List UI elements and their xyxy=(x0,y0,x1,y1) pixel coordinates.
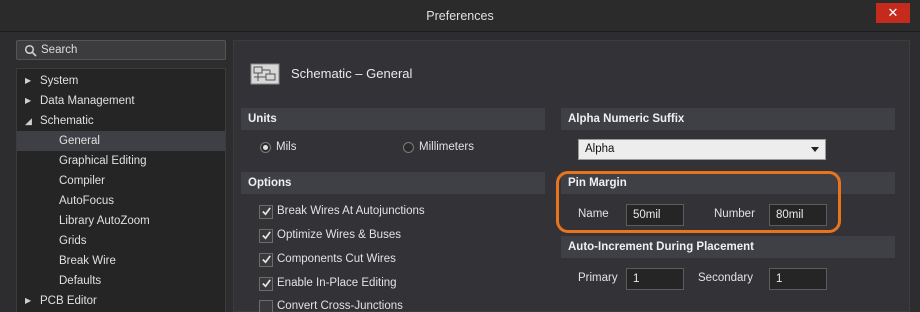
tree-item-general[interactable]: General xyxy=(17,131,225,151)
units-mils-radio[interactable] xyxy=(260,142,271,153)
tree-item-compiler[interactable]: Compiler xyxy=(17,171,225,191)
tree-item-defaults[interactable]: Defaults xyxy=(17,271,225,291)
preferences-tree: ▶ System ▶ Data Management ◢ Schematic G… xyxy=(16,68,226,312)
units-millimeters-radio[interactable] xyxy=(403,142,414,153)
sidebar: Search ▶ System ▶ Data Management ◢ Sche… xyxy=(16,40,226,312)
page-title: Schematic – General xyxy=(291,66,413,81)
components-cut-wires-label[interactable]: Components Cut Wires xyxy=(277,253,396,265)
tree-item-grids[interactable]: Grids xyxy=(17,231,225,251)
close-icon: ✕ xyxy=(887,5,899,20)
window-title: Preferences xyxy=(426,9,494,23)
options-header: Options xyxy=(241,172,545,194)
tree-item-pcb-editor[interactable]: ▶ PCB Editor xyxy=(17,291,225,311)
auto-increment-header: Auto-Increment During Placement xyxy=(561,236,895,258)
expand-arrow-icon[interactable]: ▶ xyxy=(25,291,35,311)
tree-item-system[interactable]: ▶ System xyxy=(17,71,225,91)
pin-margin-highlight xyxy=(556,171,841,233)
title-bar: Preferences ✕ xyxy=(0,0,920,32)
checkmark-icon xyxy=(262,231,271,240)
alpha-suffix-dropdown[interactable]: Alpha xyxy=(578,139,826,160)
tree-item-library-autozoom[interactable]: Library AutoZoom xyxy=(17,211,225,231)
checkmark-icon xyxy=(262,207,271,216)
search-input[interactable]: Search xyxy=(16,40,226,60)
tree-item-graphical-editing[interactable]: Graphical Editing xyxy=(17,151,225,171)
units-header: Units xyxy=(241,108,545,130)
schematic-page-icon xyxy=(250,63,280,85)
components-cut-wires-checkbox[interactable] xyxy=(259,253,273,267)
tree-item-autofocus[interactable]: AutoFocus xyxy=(17,191,225,211)
checkmark-icon xyxy=(262,255,271,264)
auto-increment-secondary-field[interactable]: 1 xyxy=(769,268,827,290)
break-wires-label[interactable]: Break Wires At Autojunctions xyxy=(277,205,425,217)
search-placeholder: Search xyxy=(41,44,78,56)
collapse-arrow-icon[interactable]: ◢ xyxy=(25,111,35,131)
optimize-wires-label[interactable]: Optimize Wires & Buses xyxy=(277,229,401,241)
units-mils-label[interactable]: Mils xyxy=(276,141,296,153)
checkmark-icon xyxy=(262,279,271,288)
alpha-suffix-header: Alpha Numeric Suffix xyxy=(561,108,895,130)
auto-increment-primary-field[interactable]: 1 xyxy=(626,268,684,290)
enable-in-place-editing-label[interactable]: Enable In-Place Editing xyxy=(277,277,397,289)
auto-increment-primary-label: Primary xyxy=(578,272,618,284)
expand-arrow-icon[interactable]: ▶ xyxy=(25,71,35,91)
search-icon xyxy=(24,44,37,57)
tree-item-break-wire[interactable]: Break Wire xyxy=(17,251,225,271)
break-wires-checkbox[interactable] xyxy=(259,205,273,219)
chevron-down-icon xyxy=(811,147,819,152)
auto-increment-secondary-label: Secondary xyxy=(698,272,753,284)
alpha-suffix-value: Alpha xyxy=(585,143,615,155)
enable-in-place-editing-checkbox[interactable] xyxy=(259,277,273,291)
convert-cross-junctions-checkbox[interactable] xyxy=(259,300,273,312)
units-millimeters-label[interactable]: Millimeters xyxy=(419,141,474,153)
close-button[interactable]: ✕ xyxy=(876,3,910,23)
tree-item-schematic[interactable]: ◢ Schematic xyxy=(17,111,225,131)
optimize-wires-checkbox[interactable] xyxy=(259,229,273,243)
convert-cross-junctions-label[interactable]: Convert Cross-Junctions xyxy=(277,300,403,312)
tree-item-data-management[interactable]: ▶ Data Management xyxy=(17,91,225,111)
expand-arrow-icon[interactable]: ▶ xyxy=(25,91,35,111)
